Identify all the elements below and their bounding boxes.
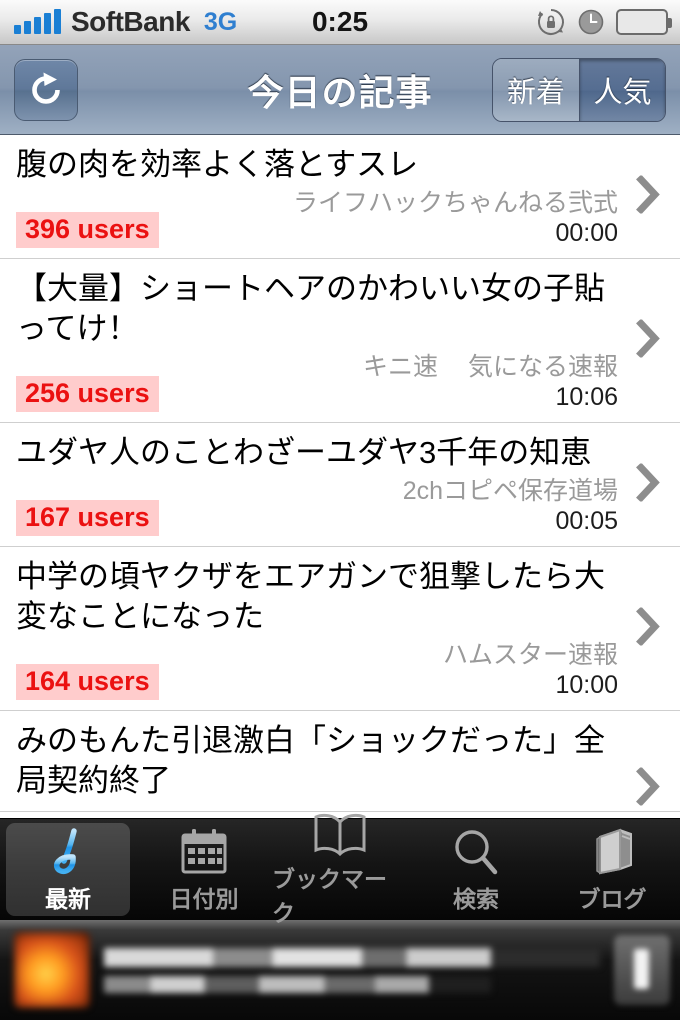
article-list[interactable]: 腹の肉を効率よく落とすスレ 396 users ライフハックちゃんねる弐式 00… xyxy=(0,135,680,818)
navigation-bar: 今日の記事 新着 人気 xyxy=(0,45,680,135)
article-sources: ライフハックちゃんねる弐式 xyxy=(159,189,618,218)
article-title: 腹の肉を効率よく落とすスレ xyxy=(16,147,419,182)
open-book-icon xyxy=(311,812,369,858)
ad-app-icon xyxy=(14,932,90,1008)
article-source-time: ライフハックちゃんねる弐式 00:00 xyxy=(159,189,618,248)
article-time: 10:06 xyxy=(555,383,618,411)
article-sources: 2chコピペ保存道場 xyxy=(159,477,618,506)
article-meta: 167 users 2chコピペ保存道場 00:05 xyxy=(16,477,618,536)
article-source-time: ハムスター速報 10:00 xyxy=(159,641,618,700)
table-row[interactable]: 腹の肉を効率よく落とすスレ 396 users ライフハックちゃんねる弐式 00… xyxy=(0,135,680,259)
battery-icon xyxy=(616,9,672,35)
chevron-right-icon xyxy=(636,462,662,506)
refresh-icon xyxy=(32,72,60,104)
alarm-clock-icon xyxy=(576,7,606,37)
magnifier-icon xyxy=(450,826,502,878)
tab-label: 検索 xyxy=(453,885,499,912)
article-source: ライフハックちゃんねる弐式 xyxy=(292,189,618,217)
users-badge: 396 users xyxy=(16,212,159,248)
users-badge: 256 users xyxy=(16,376,159,412)
sort-segmented-control[interactable]: 新着 人気 xyxy=(492,57,666,122)
books-stack-icon xyxy=(586,826,638,878)
article-meta: 164 users ハムスター速報 10:00 xyxy=(16,641,618,700)
ad-action-button[interactable] xyxy=(614,935,670,1005)
article-sources: ハムスター速報 xyxy=(159,641,618,670)
ad-banner[interactable] xyxy=(0,920,680,1020)
article-title: 中学の頃ヤクザをエアガンで狙撃したら大変なことになった xyxy=(16,559,605,634)
users-badge: 164 users xyxy=(16,664,159,700)
article-source: 気になる速報 xyxy=(467,353,618,381)
app-screen: SoftBank 3G 0:25 今日の記事 新着 人気 腹の肉を効率よく落とす… xyxy=(0,0,680,1020)
ad-subline xyxy=(104,975,491,993)
status-bar-right xyxy=(536,7,680,37)
article-meta: 256 users キニ速 気になる速報 10:06 xyxy=(16,353,618,412)
ad-headline xyxy=(104,947,600,967)
tab-label: ブックマーク xyxy=(272,865,387,926)
tab-label: ブログ xyxy=(577,885,647,912)
tab-blog[interactable]: ブログ xyxy=(544,819,680,920)
article-source: ハムスター速報 xyxy=(442,641,618,669)
tab-search[interactable]: 検索 xyxy=(408,819,544,920)
article-time: 10:00 xyxy=(555,671,618,699)
tab-bookmark[interactable]: ブックマーク xyxy=(272,813,408,926)
article-source: キニ速 xyxy=(362,353,438,381)
table-row[interactable]: みのもんた引退激白「ショックだった」全局契約終了 xyxy=(0,711,680,812)
users-badge: 167 users xyxy=(16,500,159,536)
article-time: 00:05 xyxy=(555,507,618,535)
refresh-button[interactable] xyxy=(14,58,78,121)
table-row[interactable]: 中学の頃ヤクザをエアガンで狙撃したら大変なことになった 164 users ハム… xyxy=(0,547,680,711)
article-title: ユダヤ人のことわざーユダヤ3千年の知恵 xyxy=(16,435,592,470)
tab-label: 日付別 xyxy=(169,885,239,912)
article-meta: 396 users ライフハックちゃんねる弐式 00:00 xyxy=(16,189,618,248)
chevron-right-icon xyxy=(636,174,662,218)
chevron-right-icon xyxy=(636,766,662,811)
chevron-right-icon xyxy=(636,606,662,650)
table-row[interactable]: ユダヤ人のことわざーユダヤ3千年の知恵 167 users 2chコピペ保存道場… xyxy=(0,423,680,547)
article-sources: キニ速 気になる速報 xyxy=(159,353,618,382)
tab-by-date[interactable]: 日付別 xyxy=(136,819,272,920)
ma-character-icon xyxy=(40,826,96,878)
chevron-right-icon xyxy=(636,318,662,362)
article-title: みのもんた引退激白「ショックだった」全局契約終了 xyxy=(16,723,605,798)
segment-new[interactable]: 新着 xyxy=(493,58,579,121)
article-source-time: キニ速 気になる速報 10:06 xyxy=(159,353,618,412)
tab-label: 最新 xyxy=(45,885,91,912)
status-bar: SoftBank 3G 0:25 xyxy=(0,0,680,45)
article-time: 00:00 xyxy=(555,219,618,247)
tab-latest[interactable]: 最新 xyxy=(0,819,136,920)
segment-popular[interactable]: 人気 xyxy=(579,58,665,121)
article-title: 【大量】ショートヘアのかわいい女の子貼ってけ！ xyxy=(16,271,605,346)
article-source: 2chコピペ保存道場 xyxy=(402,477,618,505)
ad-content xyxy=(0,920,680,1020)
rotation-lock-icon xyxy=(536,7,566,37)
tab-bar: 最新 日付別 ブックマーク 検索 ブログ xyxy=(0,813,680,926)
calendar-icon xyxy=(179,826,229,878)
table-row[interactable]: 【大量】ショートヘアのかわいい女の子貼ってけ！ 256 users キニ速 気に… xyxy=(0,259,680,423)
ad-text-block xyxy=(104,947,600,993)
article-source-time: 2chコピペ保存道場 00:05 xyxy=(159,477,618,536)
